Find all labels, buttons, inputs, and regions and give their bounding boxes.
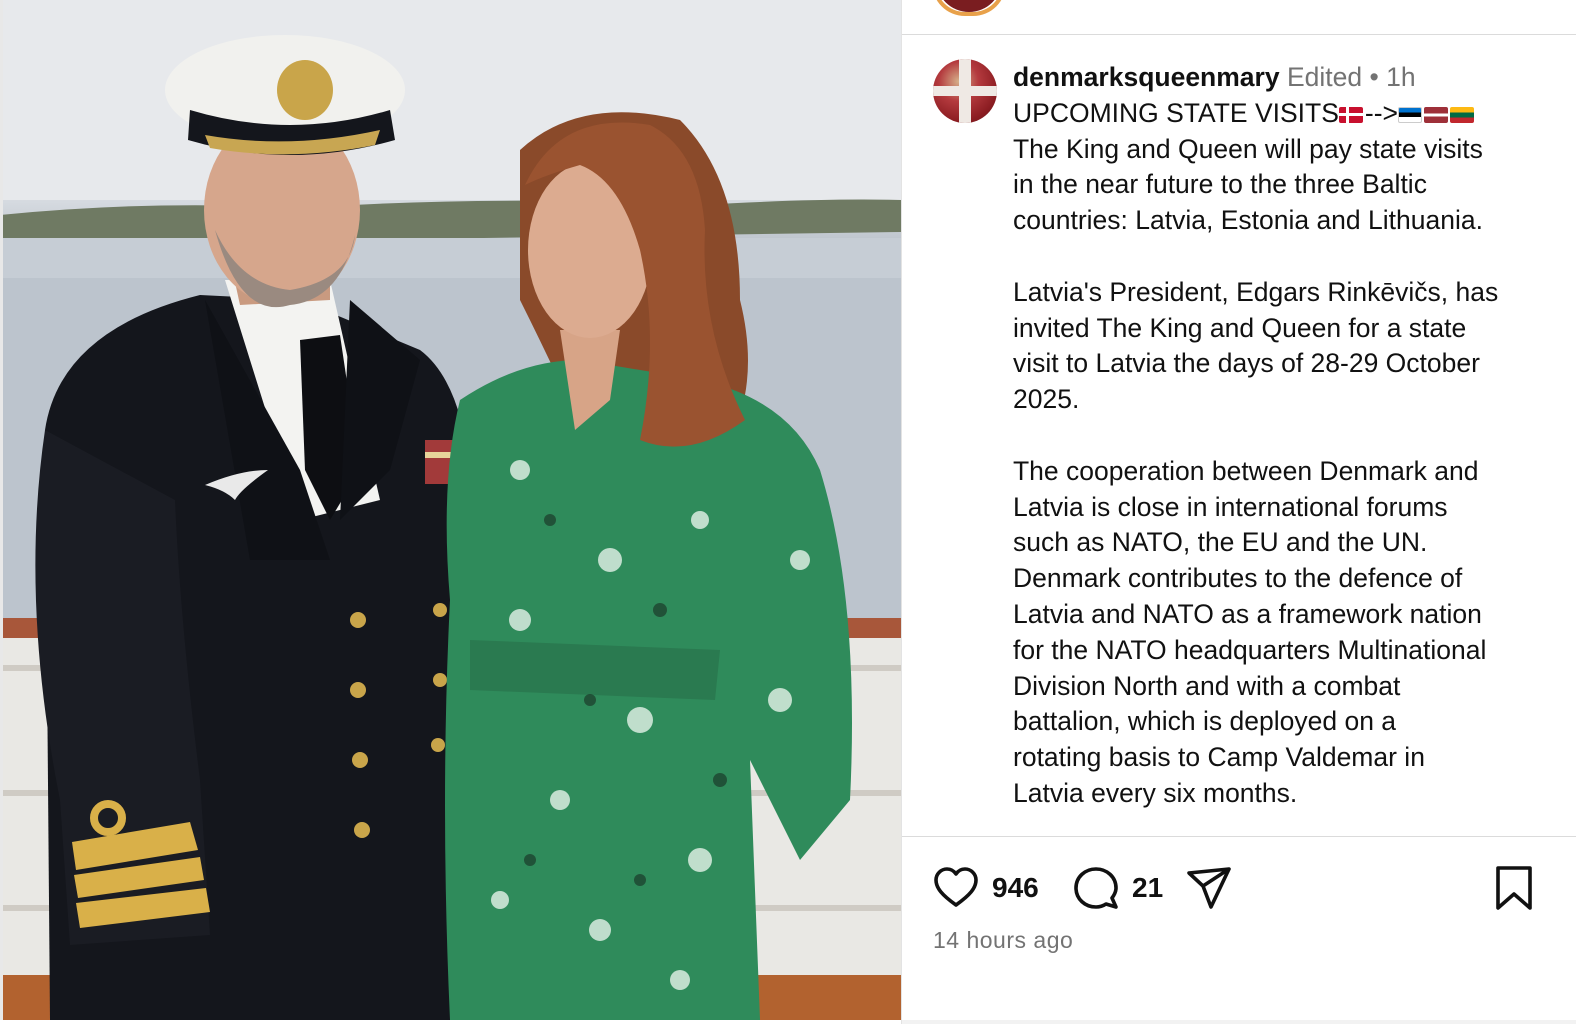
caption-line: such as NATO, the EU and the UN.: [1013, 527, 1428, 558]
post-timestamp[interactable]: 14 hours ago: [933, 927, 1073, 954]
photo-illustration: [0, 0, 901, 1020]
estonia-flag-icon: [1398, 106, 1423, 123]
caption-line: invited The King and Queen for a state: [1013, 312, 1467, 343]
headline-arrow: -->: [1364, 97, 1399, 128]
caption-line: visit to Latvia the days of 28-29 Octobe…: [1013, 348, 1480, 379]
caption-line: Latvia's President, Edgars Rinkēvičs, ha…: [1013, 276, 1499, 307]
caption-line: Division North and with a combat: [1013, 670, 1401, 701]
comment-count[interactable]: 21: [1132, 872, 1163, 904]
caption-line: Latvia every six months.: [1013, 777, 1298, 808]
caption-line: for the NATO headquarters Multinational: [1013, 634, 1487, 665]
post-side-panel: denmarksqueenmary Edited • 1h UPCOMING S…: [901, 0, 1576, 1024]
caption-line: Latvia is close in international forums: [1013, 491, 1448, 522]
bottom-divider: [902, 1020, 1576, 1024]
header-avatar-story-ring[interactable]: [932, 0, 1006, 16]
denmark-flag-icon: [1338, 106, 1363, 123]
lithuania-flag-icon: [1450, 106, 1475, 123]
share-icon[interactable]: [1185, 864, 1233, 912]
caption-line: 2025.: [1013, 384, 1080, 415]
post-caption: denmarksqueenmary Edited • 1h UPCOMING S…: [1013, 60, 1553, 812]
caption-line: in the near future to the three Baltic: [1013, 169, 1427, 200]
caption-line: The cooperation between Denmark and: [1013, 455, 1479, 486]
caption-headline: UPCOMING STATE VISITS -->: [1013, 96, 1553, 132]
latvia-flag-icon: [1424, 106, 1449, 123]
caption-line: Latvia and NATO as a framework nation: [1013, 598, 1482, 629]
post-time[interactable]: 1h: [1386, 62, 1415, 92]
heart-icon[interactable]: [932, 864, 980, 912]
save-action[interactable]: [1492, 864, 1536, 912]
like-action[interactable]: 946: [932, 864, 1039, 912]
caption-line: battalion, which is deployed on a: [1013, 706, 1397, 737]
photo-edge: [0, 0, 3, 1020]
bookmark-icon[interactable]: [1492, 864, 1536, 912]
share-action[interactable]: [1185, 864, 1233, 912]
username-link[interactable]: denmarksqueenmary: [1013, 62, 1280, 92]
post-photo[interactable]: [0, 0, 901, 1020]
comment-icon[interactable]: [1072, 864, 1120, 912]
caption-body: The King and Queen will pay state visits…: [1013, 132, 1553, 812]
caption-avatar[interactable]: [933, 59, 997, 123]
caption-line: Denmark contributes to the defence of: [1013, 563, 1463, 594]
caption-first-line: denmarksqueenmary Edited • 1h: [1013, 60, 1553, 96]
actions-divider: [902, 836, 1576, 837]
caption-line: countries: Latvia, Estonia and Lithuania…: [1013, 205, 1483, 236]
header-divider: [902, 34, 1576, 35]
headline-text: UPCOMING STATE VISITS: [1013, 97, 1339, 128]
caption-line: rotating basis to Camp Valdemar in: [1013, 742, 1425, 773]
caption-line: The King and Queen will pay state visits: [1013, 133, 1483, 164]
post-actions: 946 21: [932, 864, 1552, 914]
edited-label: Edited: [1286, 62, 1363, 92]
meta-separator: •: [1369, 62, 1379, 92]
like-count[interactable]: 946: [992, 872, 1039, 904]
comment-action[interactable]: 21: [1072, 864, 1163, 912]
